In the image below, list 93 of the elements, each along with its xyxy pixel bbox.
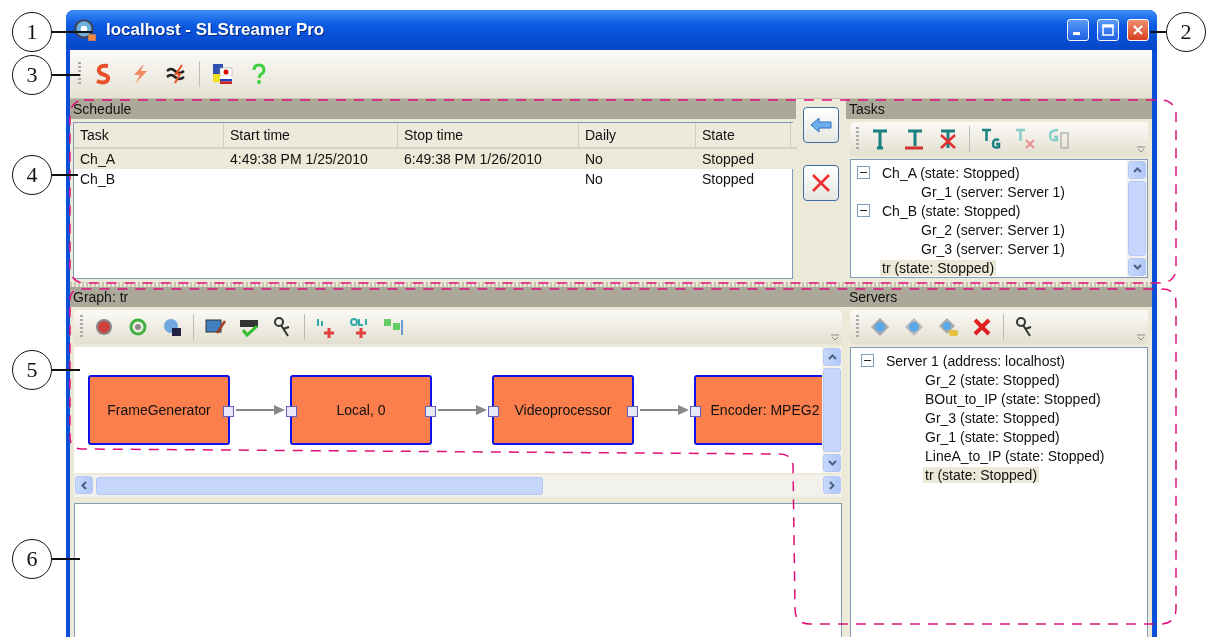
- caret-up-icon: [1132, 167, 1142, 173]
- scroll-down-button[interactable]: [1128, 258, 1146, 276]
- leader-line: [52, 174, 78, 176]
- callout-number: 3: [12, 55, 52, 95]
- tree-item[interactable]: Ch_A (state: Stopped): [880, 164, 1022, 181]
- maximize-icon: [1102, 24, 1114, 36]
- t-group-icon: [979, 127, 1003, 151]
- tree-item[interactable]: LineA_to_IP (state: Stopped): [923, 447, 1107, 464]
- scroll-thumb[interactable]: [96, 477, 543, 495]
- table-cell[interactable]: 6:49:38 PM 1/26/2010: [398, 149, 579, 169]
- table-cell[interactable]: No: [579, 149, 696, 169]
- tree-item[interactable]: tr (state: Stopped): [880, 259, 997, 276]
- node-label: Local, 0: [336, 402, 386, 418]
- scrollbar[interactable]: [1127, 160, 1147, 277]
- tree-item[interactable]: tr (state: Stopped): [923, 466, 1040, 483]
- table-cell[interactable]: Stopped: [696, 149, 791, 169]
- leader-line: [52, 31, 92, 33]
- port-handle[interactable]: [690, 406, 701, 417]
- tree-item[interactable]: BOut_to_IP (state: Stopped): [923, 390, 1103, 407]
- callout-number: 4: [12, 155, 52, 195]
- collapse-toggle[interactable]: [861, 354, 874, 367]
- scroll-down-button[interactable]: [823, 454, 841, 472]
- tree-item[interactable]: Ch_B (state: Stopped): [880, 202, 1023, 219]
- tree-item[interactable]: Gr_3 (server: Server 1): [919, 240, 1067, 257]
- port-handle[interactable]: [223, 406, 234, 417]
- column-header[interactable]: Daily: [579, 123, 696, 149]
- g-tree-icon: [1047, 127, 1071, 151]
- chevron-icon[interactable]: [1136, 334, 1146, 342]
- close-button[interactable]: [1127, 19, 1149, 41]
- panel-header: Graph: tr: [70, 287, 846, 307]
- close-icon: [1132, 24, 1144, 36]
- panel-header: Schedule: [70, 99, 796, 119]
- leader-line: [52, 369, 80, 371]
- scroll-up-button[interactable]: [1128, 161, 1146, 179]
- node-label: FrameGenerator: [107, 402, 211, 418]
- scroll-thumb[interactable]: [823, 368, 841, 452]
- node-label: Encoder: MPEG2: [710, 402, 820, 418]
- caret-left-icon: [81, 480, 87, 490]
- chevron-icon[interactable]: [830, 334, 840, 342]
- scroll-up-button[interactable]: [823, 348, 841, 366]
- table-cell[interactable]: Ch_B: [74, 169, 224, 189]
- column-header[interactable]: Start time: [224, 123, 398, 149]
- add-to-schedule-button[interactable]: [803, 107, 839, 143]
- flags-tool[interactable]: [210, 61, 236, 87]
- panel-header: Tasks: [846, 99, 1152, 119]
- leader-line: [52, 558, 80, 560]
- chevron-icon[interactable]: [1136, 146, 1146, 154]
- window-title: localhost - SLStreamer Pro: [106, 20, 326, 40]
- tree-item[interactable]: Server 1 (address: localhost): [884, 352, 1067, 369]
- table-cell[interactable]: Stopped: [696, 169, 791, 189]
- scroll-left-button[interactable]: [75, 476, 93, 494]
- remove-button[interactable]: [803, 165, 839, 201]
- flags-icon: [211, 62, 235, 86]
- node-label: Videoprocessor: [514, 402, 612, 418]
- column-header[interactable]: Stop time: [398, 123, 579, 149]
- port-handle[interactable]: [425, 406, 436, 417]
- panel-header: Servers: [846, 287, 1152, 307]
- leader-line: [52, 74, 80, 76]
- caret-down-icon: [827, 460, 837, 466]
- leader-line: [1150, 31, 1166, 33]
- scroll-thumb[interactable]: [1128, 181, 1146, 256]
- callout-number: 2: [1166, 12, 1206, 52]
- collapse-toggle[interactable]: [857, 204, 870, 217]
- column-header[interactable]: Task: [74, 123, 224, 149]
- collapse-toggle[interactable]: [857, 166, 870, 179]
- horizontal-scrollbar[interactable]: [74, 475, 842, 497]
- tree-item[interactable]: Gr_2 (state: Stopped): [923, 371, 1062, 388]
- maximize-button[interactable]: [1097, 19, 1119, 41]
- port-handle[interactable]: [488, 406, 499, 417]
- caret-right-icon: [829, 480, 835, 490]
- arrow-left-icon: [810, 117, 832, 133]
- caret-up-icon: [827, 354, 837, 360]
- tree-item[interactable]: Gr_1 (server: Server 1): [919, 183, 1067, 200]
- t-edit-icon: [902, 127, 926, 151]
- delete-icon: [811, 173, 831, 193]
- t-remove-icon: [1013, 127, 1037, 151]
- scroll-right-button[interactable]: [823, 476, 841, 494]
- callout-number: 1: [12, 12, 52, 52]
- port-handle[interactable]: [286, 406, 297, 417]
- table-cell[interactable]: 4:49:38 PM 1/25/2010: [224, 149, 398, 169]
- minimize-icon: [1073, 32, 1080, 35]
- callout-number: 6: [12, 539, 52, 579]
- scrollbar[interactable]: [822, 347, 842, 473]
- minimize-button[interactable]: [1067, 19, 1089, 41]
- callout-number: 5: [12, 350, 52, 390]
- table-cell[interactable]: Ch_A: [74, 149, 224, 169]
- column-header[interactable]: State: [696, 123, 791, 149]
- table-cell[interactable]: No: [579, 169, 696, 189]
- tree-item[interactable]: Gr_2 (server: Server 1): [919, 221, 1067, 238]
- tree-item[interactable]: Gr_3 (state: Stopped): [923, 409, 1062, 426]
- tree-item[interactable]: Gr_1 (state: Stopped): [923, 428, 1062, 445]
- port-handle[interactable]: [627, 406, 638, 417]
- caret-down-icon: [1132, 264, 1142, 270]
